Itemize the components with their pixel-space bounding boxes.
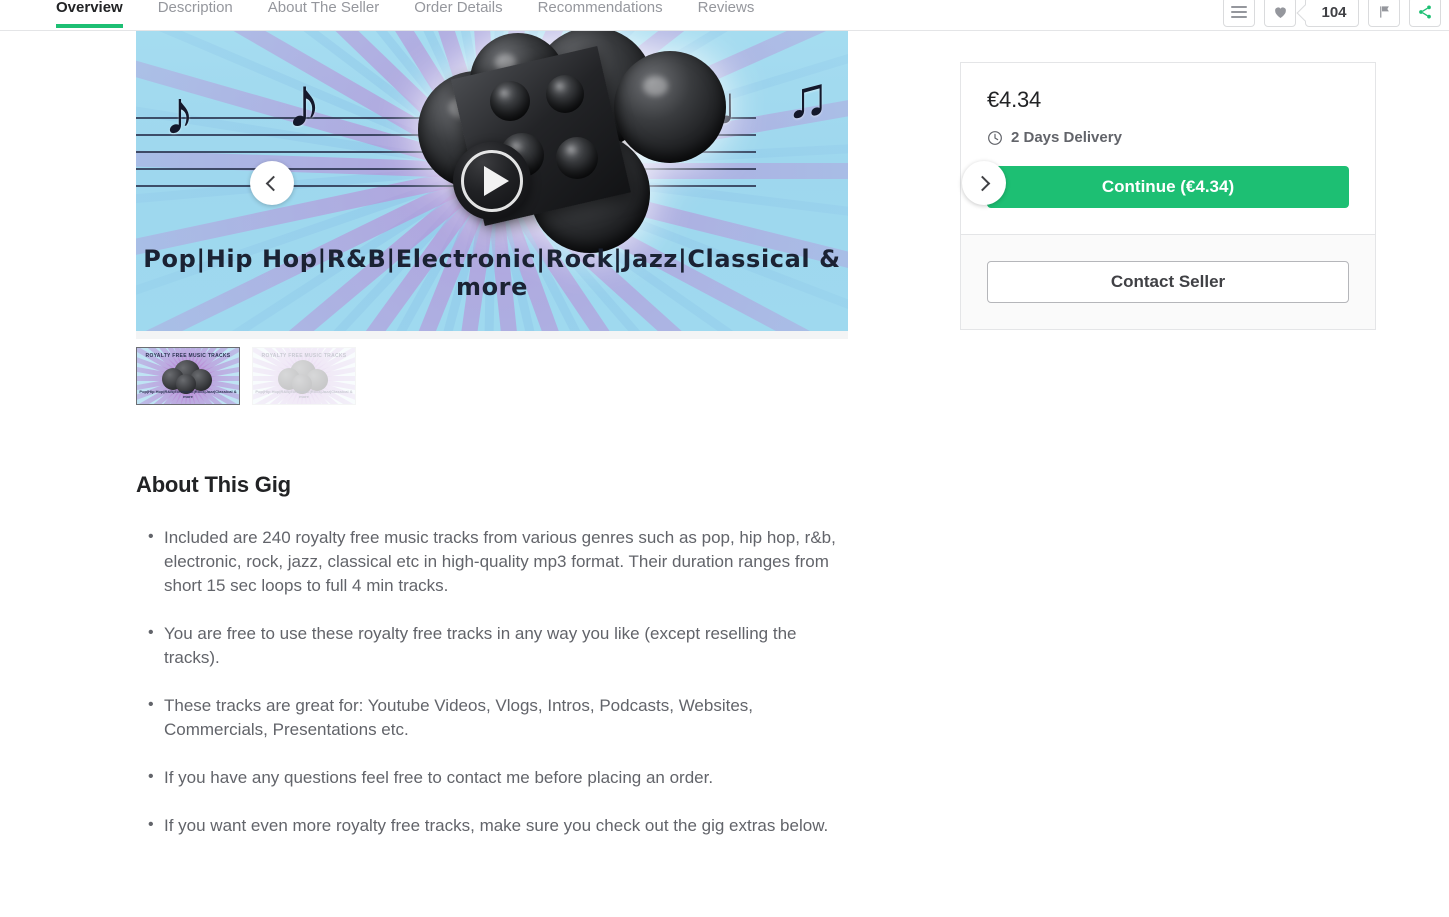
top-action-bar: 104 xyxy=(1223,0,1441,27)
favorite-button[interactable] xyxy=(1264,0,1296,27)
contact-seller-button[interactable]: Contact Seller xyxy=(987,261,1349,303)
order-rail: €4.34 2 Days Delivery Continue (€4.34) C… xyxy=(960,62,1376,330)
gallery: ♪ ♪ ♩ ♫ Pop|Hip Hop|R&B|Electronic|Rock|… xyxy=(136,31,1006,405)
hero-footer-strip xyxy=(136,331,848,339)
tab-description[interactable]: Description xyxy=(158,0,233,28)
thumbnail-item[interactable]: ROYALTY FREE MUSIC TRACKS Pop|Hip Hop|R&… xyxy=(136,347,240,405)
hamburger-icon xyxy=(1231,6,1247,18)
favorite-count-badge[interactable]: 104 xyxy=(1305,0,1359,27)
price-label: €4.34 xyxy=(987,87,1042,112)
share-icon xyxy=(1419,5,1431,19)
tab-about-the-seller[interactable]: About The Seller xyxy=(268,0,379,28)
clock-icon xyxy=(988,130,1002,145)
menu-button[interactable] xyxy=(1223,0,1255,27)
tab-recommendations[interactable]: Recommendations xyxy=(538,0,663,28)
about-bullet: Included are 240 royalty free music trac… xyxy=(148,525,836,598)
favorite-count-label: 104 xyxy=(1321,3,1347,21)
order-panel: €4.34 2 Days Delivery Continue (€4.34) xyxy=(960,62,1376,235)
share-button[interactable] xyxy=(1409,0,1441,27)
tab-order-details[interactable]: Order Details xyxy=(414,0,502,28)
delivery-label: 2 Days Delivery xyxy=(1011,129,1122,146)
heart-icon xyxy=(1274,7,1286,18)
delivery-row: 2 Days Delivery xyxy=(987,129,1349,146)
tab-reviews[interactable]: Reviews xyxy=(698,0,755,28)
play-button[interactable] xyxy=(453,142,531,220)
about-heading: About This Gig xyxy=(136,472,291,497)
tab-overview[interactable]: Overview xyxy=(56,0,123,28)
about-this-gig-section: About This Gig Included are 240 royalty … xyxy=(136,472,836,862)
thumbnail-item[interactable]: ROYALTY FREE MUSIC TRACKS Pop|Hip Hop|R&… xyxy=(252,347,356,405)
tab-bar: Overview Description About The Seller Or… xyxy=(0,0,1449,31)
hero-media[interactable]: ♪ ♪ ♩ ♫ Pop|Hip Hop|R&B|Electronic|Rock|… xyxy=(136,31,848,331)
flag-icon xyxy=(1379,6,1389,18)
continue-button[interactable]: Continue (€4.34) xyxy=(987,166,1349,208)
report-button[interactable] xyxy=(1368,0,1400,27)
tab-list: Overview Description About The Seller Or… xyxy=(56,0,789,31)
contact-seller-panel: Contact Seller xyxy=(960,235,1376,330)
chevron-left-icon xyxy=(265,175,282,191)
about-bullet-list: Included are 240 royalty free music trac… xyxy=(136,525,836,838)
about-bullet: These tracks are great for: Youtube Vide… xyxy=(148,693,836,742)
hero-caption: Pop|Hip Hop|R&B|Electronic|Rock|Jazz|Cla… xyxy=(143,245,841,301)
about-bullet: If you have any questions feel free to c… xyxy=(148,765,836,790)
about-bullet: You are free to use these royalty free t… xyxy=(148,621,836,670)
about-bullet: If you want even more royalty free track… xyxy=(148,813,836,838)
thumbnail-list: ROYALTY FREE MUSIC TRACKS Pop|Hip Hop|R&… xyxy=(136,347,848,405)
gallery-next-button[interactable] xyxy=(962,161,1006,205)
play-icon xyxy=(483,166,509,196)
gallery-prev-button[interactable] xyxy=(250,161,294,205)
chevron-right-icon xyxy=(974,175,991,191)
